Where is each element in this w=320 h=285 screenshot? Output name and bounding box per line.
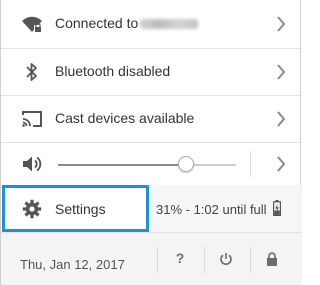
bluetooth-status-label: Bluetooth disabled [55, 63, 171, 79]
power-button[interactable] [215, 248, 237, 270]
volume-slider-fill [58, 164, 186, 166]
date-label[interactable]: Thu, Jan 12, 2017 [20, 257, 125, 272]
lock-icon [267, 251, 277, 266]
bluetooth-row[interactable]: Bluetooth disabled [1, 49, 302, 95]
lock-button[interactable] [261, 248, 283, 270]
cast-icon [19, 106, 45, 132]
vertical-divider [204, 247, 205, 273]
chevron-right-icon [274, 62, 288, 82]
footer-bar: Thu, Jan 12, 2017 ? [1, 233, 302, 285]
settings-highlight-box [2, 185, 149, 232]
chevron-right-icon[interactable] [274, 154, 288, 174]
battery-charging-icon [273, 200, 282, 221]
cast-status-label: Cast devices available [55, 110, 195, 126]
chevron-right-icon [274, 14, 288, 34]
wifi-locked-icon [19, 11, 45, 37]
help-icon: ? [175, 250, 185, 266]
volume-slider[interactable] [58, 156, 236, 172]
network-label-text: Connected to [55, 15, 139, 31]
power-icon [220, 253, 232, 265]
network-status-label: Connected to [55, 15, 199, 31]
chevron-right-icon [274, 109, 288, 129]
system-tray-menu: Connected to Bluetooth disabled Cast dev… [0, 0, 302, 285]
bluetooth-icon [19, 59, 45, 85]
vertical-divider [250, 151, 251, 177]
help-button[interactable]: ? [169, 247, 191, 269]
vertical-divider [250, 247, 251, 273]
volume-slider-thumb[interactable] [178, 156, 194, 172]
battery-status-text: 31% - 1:02 until full [156, 202, 267, 217]
network-ssid-redacted [140, 19, 199, 30]
volume-icon[interactable] [19, 151, 45, 177]
cast-row[interactable]: Cast devices available [1, 96, 302, 142]
network-row[interactable]: Connected to [1, 0, 302, 48]
volume-row [1, 143, 302, 185]
vertical-divider [157, 247, 158, 273]
